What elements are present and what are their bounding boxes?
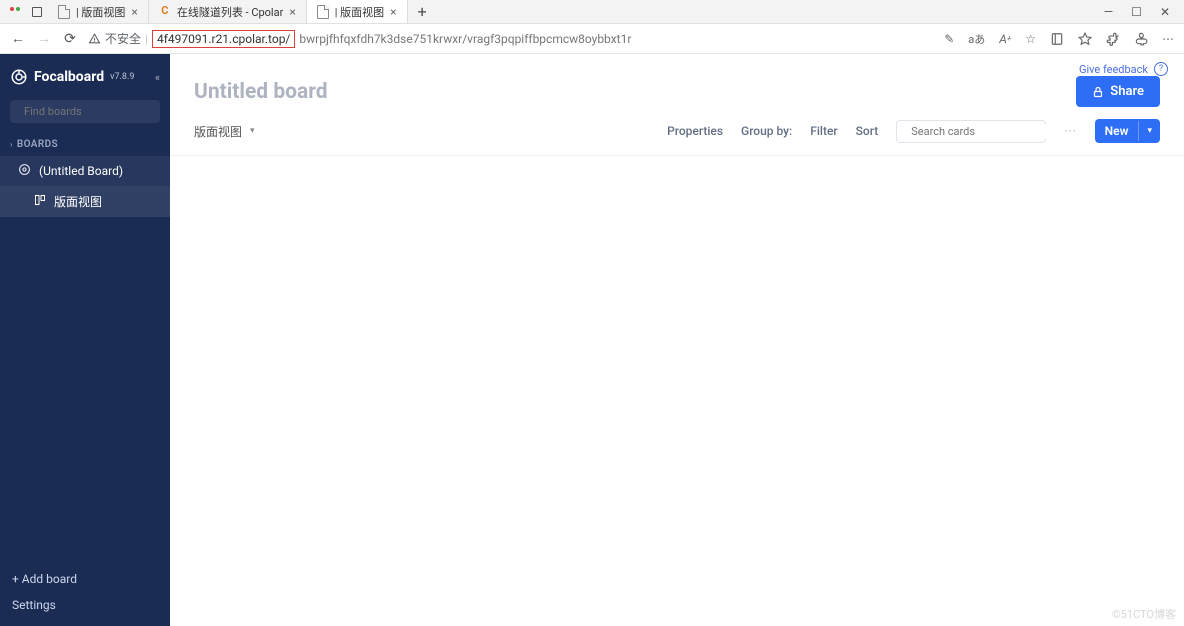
translate-icon[interactable]: aあ [968,31,985,47]
maximize-button[interactable]: ☐ [1131,5,1142,19]
collections-button[interactable] [1050,32,1064,46]
group-by-button[interactable]: Group by: [741,124,792,138]
new-tab-button[interactable]: + [408,4,437,20]
share-button[interactable]: Share [1076,76,1160,107]
chevron-down-icon: ▾ [250,126,255,136]
brand-name: Focalboard [34,69,104,85]
brand-header[interactable]: Focalboard v7.8.9 « [0,54,170,100]
url-path: bwrpjfhfqxfdh7k3dse751krwxr/vragf3pqpiff… [299,32,631,46]
sort-button[interactable]: Sort [856,124,879,138]
board-main: Give feedback ? Untitled board Share 版面视… [170,54,1184,626]
tab-title: 在线隧道列表 - Cpolar [177,4,284,20]
close-tab-icon[interactable]: × [289,5,295,19]
reload-button[interactable]: ⟳ [62,31,78,47]
url-field[interactable]: 不安全 | 4f497091.r21.cpolar.top/bwrpjfhfqx… [88,30,934,48]
edit-icon[interactable]: ✎ [944,32,954,46]
board-title[interactable]: Untitled board [194,80,328,104]
new-card-dropdown[interactable]: ▾ [1138,121,1160,141]
board-toolbar: 版面视图 ▾ Properties Group by: Filter Sort … [170,113,1184,156]
profile-indicator[interactable] [4,7,26,17]
forward-button[interactable]: → [36,30,52,47]
search-cards-input[interactable] [896,120,1046,143]
security-status[interactable]: 不安全 [88,30,141,47]
app-sidebar: Focalboard v7.8.9 « › BOARDS (Untitled B… [0,54,170,626]
chevron-right-icon: › [10,140,13,149]
tab-title: | 版面视图 [76,4,125,20]
cpolar-icon: C [159,5,171,19]
favorite-icon[interactable]: ☆ [1025,32,1036,46]
help-icon[interactable]: ? [1154,62,1168,76]
view-item-label: 版面视图 [54,193,102,210]
browser-addressbar: ← → ⟳ 不安全 | 4f497091.r21.cpolar.top/bwrp… [0,24,1184,54]
search-cards-field[interactable] [911,125,1051,138]
feedback-label: Give feedback [1079,63,1148,76]
board-icon [18,163,31,179]
view-name: 版面视图 [194,123,242,140]
board-canvas[interactable] [170,156,1184,626]
focalboard-logo-icon [10,68,28,86]
warning-triangle-icon [88,32,101,45]
lock-icon [1092,86,1104,98]
find-boards-field[interactable] [24,105,164,118]
document-icon [317,5,329,19]
give-feedback-link[interactable]: Give feedback ? [1079,62,1168,76]
board-item-label: (Untitled Board) [39,164,123,178]
toolbar-more-button[interactable]: ··· [1064,124,1076,138]
share-label: Share [1110,84,1144,99]
close-window-button[interactable]: ✕ [1160,5,1170,19]
text-size-icon[interactable]: A+ [999,32,1011,46]
sidebar-board-item[interactable]: (Untitled Board) [0,156,170,186]
new-card-button[interactable]: New ▾ [1095,119,1160,143]
boards-section-header[interactable]: › BOARDS [0,133,170,156]
sidebar-footer: + Add board Settings [0,562,170,626]
watermark: ©51CTO博客 [1112,606,1176,622]
filter-button[interactable]: Filter [810,124,837,138]
minimize-button[interactable]: — [1104,5,1113,19]
browser-tabstrip: | 版面视图 × C 在线隧道列表 - Cpolar × | 版面视图 × + … [0,0,1184,24]
back-button[interactable]: ← [10,30,26,47]
browser-tab-2[interactable]: | 版面视图 × [307,0,408,23]
version-label: v7.8.9 [110,72,134,82]
add-board-button[interactable]: + Add board [12,572,158,586]
new-label: New [1095,119,1139,143]
close-tab-icon[interactable]: × [131,5,137,19]
board-view-icon [34,194,46,209]
window-controls: — ☐ ✕ [1094,5,1180,19]
sidebar-view-item[interactable]: 版面视图 [0,186,170,217]
security-label: 不安全 [105,30,141,47]
view-selector[interactable]: 版面视图 ▾ [194,123,255,140]
settings-button[interactable]: Settings [12,598,158,612]
more-menu-icon[interactable]: ⋯ [1162,32,1174,46]
section-label: BOARDS [17,139,58,150]
browser-essentials-icon[interactable] [1134,32,1148,46]
workspaces-button[interactable] [26,7,48,17]
favorites-list-icon[interactable] [1078,32,1092,46]
board-titlebar: Untitled board Share [170,54,1184,113]
collapse-sidebar-icon[interactable]: « [155,71,160,84]
properties-button[interactable]: Properties [667,124,723,138]
browser-tab-0[interactable]: | 版面视图 × [48,0,149,23]
find-boards-input[interactable] [10,100,160,123]
document-icon [58,5,70,19]
tab-title: | 版面视图 [335,4,384,20]
close-tab-icon[interactable]: × [390,5,396,19]
addressbar-actions: ✎ aあ A+ ☆ ⋯ [944,31,1174,47]
url-host-highlight: 4f497091.r21.cpolar.top/ [152,30,295,48]
extensions-icon[interactable] [1106,32,1120,46]
browser-tab-1[interactable]: C 在线隧道列表 - Cpolar × [149,0,307,23]
